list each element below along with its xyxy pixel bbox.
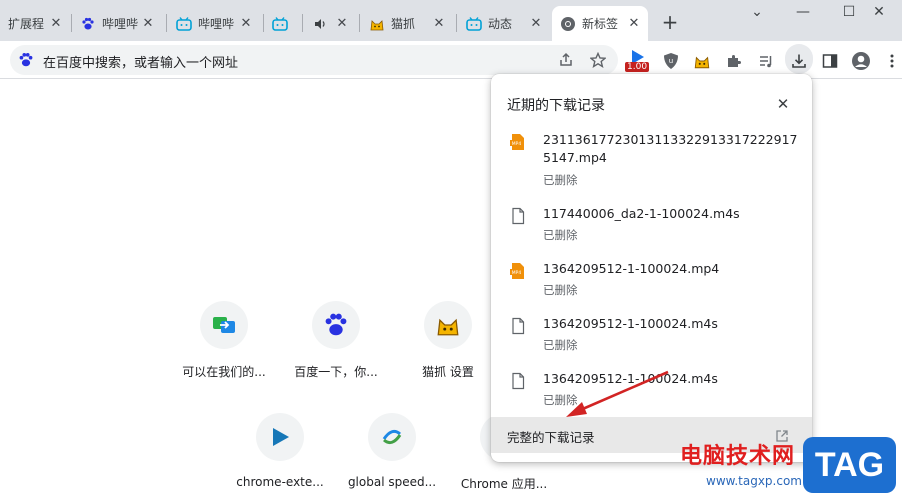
- bilibili-icon: [272, 16, 288, 32]
- omnibox-placeholder: 在百度中搜索，或者输入一个网址: [43, 56, 239, 71]
- svg-text:MP4: MP4: [512, 141, 522, 147]
- tab-separator: [359, 14, 360, 32]
- more-menu-icon[interactable]: [882, 51, 902, 71]
- close-icon[interactable]: ✕: [626, 16, 642, 32]
- download-filename: 1364209512-1-100024.m4s: [543, 371, 718, 386]
- baidu-paw-icon: [18, 52, 34, 68]
- global-speed-icon: [368, 413, 416, 461]
- puzzle-icon[interactable]: [724, 51, 744, 71]
- tab-bilibili-1[interactable]: 哔哩哔 ✕: [72, 6, 162, 41]
- transfer-icon: [200, 301, 248, 349]
- tab-title: 哔哩哔: [198, 17, 235, 31]
- ublock-icon[interactable]: u: [661, 51, 681, 71]
- tab-title: 扩展程: [8, 17, 45, 31]
- cat-icon: [424, 301, 472, 349]
- close-icon[interactable]: ✕: [528, 16, 544, 32]
- download-icon[interactable]: [789, 51, 809, 71]
- tab-new-tab[interactable]: 新标签 ✕: [552, 6, 648, 41]
- tab-separator: [456, 14, 457, 32]
- side-panel-icon[interactable]: [820, 51, 840, 71]
- file-icon: [509, 207, 527, 225]
- download-status: 已删除: [543, 393, 578, 407]
- tab-title: 新标签: [582, 17, 619, 31]
- tab-separator: [166, 14, 167, 32]
- baidu-paw-icon: [80, 16, 96, 32]
- tab-bilibili-3[interactable]: [264, 6, 302, 41]
- svg-text:MP4: MP4: [512, 270, 522, 276]
- new-tab-button[interactable]: +: [658, 10, 682, 34]
- download-status: 已删除: [543, 283, 578, 297]
- tab-title: 哔哩哔: [102, 17, 139, 31]
- download-filename: 1364209512-1-100024.mp4: [543, 261, 720, 276]
- tab-extensions[interactable]: 扩展程 ✕: [0, 6, 70, 41]
- tab-audio[interactable]: ✕: [304, 6, 356, 41]
- share-icon[interactable]: [556, 50, 576, 70]
- watermark-text: 电脑技术网: [680, 444, 796, 469]
- download-status: 已删除: [543, 173, 578, 187]
- file-icon: [509, 317, 527, 335]
- cat-icon[interactable]: [692, 51, 712, 71]
- shortcut-tile[interactable]: global speed...: [336, 413, 448, 489]
- shortcut-label: global speed...: [347, 475, 437, 489]
- speaker-icon: [312, 16, 328, 32]
- shortcut-label: 百度一下，你...: [294, 365, 378, 379]
- watermark-url: www.tagxp.com: [706, 474, 802, 488]
- bilibili-icon: [466, 16, 482, 32]
- shortcut-tile[interactable]: 百度一下，你...: [280, 301, 392, 380]
- download-filename: 1364209512-1-100024.m4s: [543, 316, 718, 331]
- tab-title: 动态: [488, 17, 513, 31]
- bubble-title: 近期的下载记录: [507, 98, 605, 114]
- shortcut-label: 可以在我们的...: [182, 365, 266, 379]
- shortcut-label: 猫抓 设置: [422, 365, 474, 379]
- profile-avatar-icon[interactable]: [851, 51, 871, 71]
- shortcut-tile[interactable]: 可以在我们的...: [168, 301, 280, 380]
- baidu-paw-icon: [312, 301, 360, 349]
- tab-separator: [302, 14, 303, 32]
- download-status: 已删除: [543, 228, 578, 242]
- tab-cat-catch[interactable]: 猫抓 ✕: [361, 6, 453, 41]
- close-window-button[interactable]: ✕: [856, 0, 902, 24]
- star-icon[interactable]: [588, 50, 608, 70]
- omnibox[interactable]: 在百度中搜索，或者输入一个网址: [10, 45, 618, 75]
- close-icon[interactable]: ✕: [140, 16, 156, 32]
- shortcut-tile[interactable]: 猫抓 设置: [392, 301, 504, 380]
- chevron-down-icon[interactable]: ⌄: [734, 0, 780, 24]
- close-icon[interactable]: ✕: [334, 16, 350, 32]
- watermark-tag-logo: TAG: [803, 437, 896, 493]
- close-icon[interactable]: ✕: [238, 16, 254, 32]
- extension-badge: 1.00: [625, 62, 650, 72]
- shortcut-label: chrome-exte...: [236, 475, 324, 489]
- chrome-icon: [560, 16, 576, 32]
- mp4-file-icon: MP4: [509, 262, 527, 280]
- full-history-label: 完整的下载记录: [507, 430, 595, 445]
- shortcut-label: Chrome 应用...: [460, 477, 548, 491]
- svg-text:u: u: [669, 57, 673, 65]
- cat-icon: [369, 16, 385, 32]
- bilibili-icon: [176, 16, 192, 32]
- close-icon[interactable]: ✕: [773, 94, 793, 114]
- media-control-icon[interactable]: [756, 51, 776, 71]
- download-filename: 231136177230131133229133172229175147.mp4: [543, 132, 798, 165]
- close-icon[interactable]: ✕: [48, 16, 64, 32]
- download-filename: 117440006_da2-1-100024.m4s: [543, 206, 740, 221]
- tab-dynamic[interactable]: 动态 ✕: [458, 6, 550, 41]
- download-bubble: 近期的下载记录 ✕ MP4 23113617723013113322913317…: [491, 74, 812, 462]
- close-icon[interactable]: ✕: [431, 16, 447, 32]
- mp4-file-icon: MP4: [509, 133, 527, 151]
- tab-title: 猫抓: [391, 17, 416, 31]
- download-status: 已删除: [543, 338, 578, 352]
- play-icon: [256, 413, 304, 461]
- file-icon: [509, 372, 527, 390]
- shortcut-tile[interactable]: chrome-exte...: [224, 413, 336, 489]
- tab-strip: 扩展程 ✕ 哔哩哔 ✕ 哔哩哔 ✕ ✕ 猫抓 ✕ 动态 ✕ 新标签 ✕ + ⌄ …: [0, 0, 902, 41]
- tab-bilibili-2[interactable]: 哔哩哔 ✕: [168, 6, 260, 41]
- minimize-button[interactable]: —: [780, 0, 826, 24]
